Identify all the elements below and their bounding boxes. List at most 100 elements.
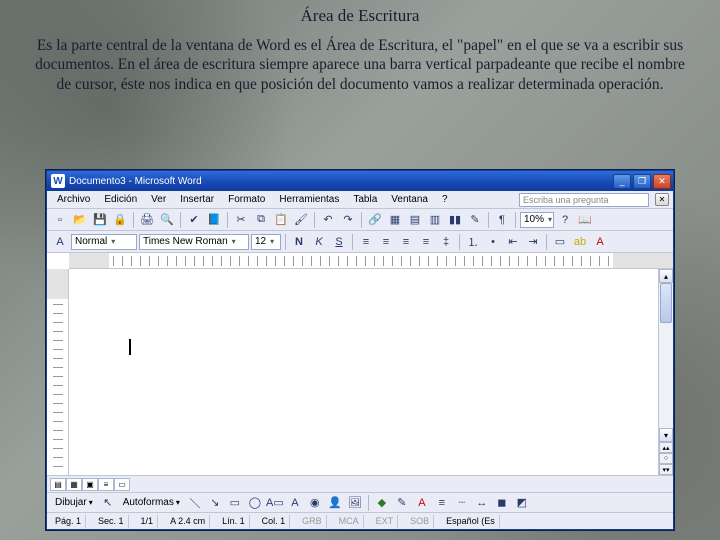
- align-left-icon[interactable]: ≡: [357, 233, 375, 251]
- draw-menu[interactable]: Dibujar ▾: [51, 497, 97, 508]
- vertical-ruler[interactable]: [47, 269, 69, 475]
- fill-color-icon[interactable]: ◆: [373, 494, 391, 512]
- open-icon[interactable]: 📂: [71, 211, 89, 229]
- columns-icon[interactable]: ▮▮: [446, 211, 464, 229]
- scroll-down-icon[interactable]: ▾: [659, 428, 673, 442]
- new-doc-icon[interactable]: ▫: [51, 211, 69, 229]
- print-icon[interactable]: 🖨: [138, 211, 156, 229]
- insert-table-icon[interactable]: ▤: [406, 211, 424, 229]
- menubar: Archivo Edición Ver Insertar Formato Her…: [47, 191, 673, 209]
- writing-area[interactable]: [69, 269, 658, 475]
- wordart-icon[interactable]: A: [286, 494, 304, 512]
- menu-herramientas[interactable]: Herramientas: [273, 193, 345, 206]
- vertical-scrollbar[interactable]: ▴ ▾ ▴▴ ○ ▾▾: [658, 269, 673, 475]
- normal-view-icon[interactable]: ▤: [50, 478, 66, 491]
- cut-icon[interactable]: ✂: [232, 211, 250, 229]
- read-mode-icon[interactable]: 📖: [576, 211, 594, 229]
- line-color-icon[interactable]: ✎: [393, 494, 411, 512]
- clipart-icon[interactable]: 👤: [326, 494, 344, 512]
- menu-ventana[interactable]: Ventana: [385, 193, 434, 206]
- zoom-field[interactable]: 10%▾: [520, 212, 554, 228]
- view-bar: ▤ ▦ ▣ ≡ ▭: [47, 475, 673, 492]
- undo-icon[interactable]: ↶: [319, 211, 337, 229]
- scroll-thumb[interactable]: [660, 283, 672, 323]
- menu-formato[interactable]: Formato: [222, 193, 271, 206]
- oval-icon[interactable]: ◯: [246, 494, 264, 512]
- reading-view-icon[interactable]: ▭: [114, 478, 130, 491]
- font-color-icon[interactable]: A: [591, 233, 609, 251]
- doc-map-icon[interactable]: ¶: [493, 211, 511, 229]
- italic-icon[interactable]: K: [310, 233, 328, 251]
- minimize-button[interactable]: _: [613, 174, 631, 189]
- styles-pane-icon[interactable]: A: [51, 233, 69, 251]
- borders-icon[interactable]: ▭: [551, 233, 569, 251]
- redo-icon[interactable]: ↷: [339, 211, 357, 229]
- menu-insertar[interactable]: Insertar: [174, 193, 220, 206]
- select-browse-icon[interactable]: ○: [659, 453, 673, 464]
- status-sob: SOB: [406, 515, 434, 528]
- print-layout-view-icon[interactable]: ▣: [82, 478, 98, 491]
- shadow-icon[interactable]: ◼: [493, 494, 511, 512]
- line-style-icon[interactable]: ≡: [433, 494, 451, 512]
- menu-tabla[interactable]: Tabla: [347, 193, 383, 206]
- numbering-icon[interactable]: ⒈: [464, 233, 482, 251]
- align-center-icon[interactable]: ≡: [377, 233, 395, 251]
- bold-icon[interactable]: N: [290, 233, 308, 251]
- print-preview-icon[interactable]: 🔍: [158, 211, 176, 229]
- scroll-up-icon[interactable]: ▴: [659, 269, 673, 283]
- style-selector[interactable]: Normal▾: [71, 234, 137, 250]
- format-painter-icon[interactable]: 🖌: [292, 211, 310, 229]
- justify-icon[interactable]: ≡: [417, 233, 435, 251]
- text-cursor: [129, 339, 131, 355]
- scroll-track[interactable]: [659, 283, 673, 428]
- menu-archivo[interactable]: Archivo: [51, 193, 96, 206]
- three-d-icon[interactable]: ◩: [513, 494, 531, 512]
- rectangle-icon[interactable]: ▭: [226, 494, 244, 512]
- picture-icon[interactable]: 🖼: [346, 494, 364, 512]
- arrow-style-icon[interactable]: ↔: [473, 494, 491, 512]
- highlight-icon[interactable]: ab: [571, 233, 589, 251]
- save-icon[interactable]: 💾: [91, 211, 109, 229]
- menu-help[interactable]: ?: [436, 193, 454, 206]
- prev-page-icon[interactable]: ▴▴: [659, 442, 673, 453]
- spellcheck-icon[interactable]: ✔: [185, 211, 203, 229]
- help-icon[interactable]: ?: [556, 211, 574, 229]
- font-color-draw-icon[interactable]: A: [413, 494, 431, 512]
- arrow-icon[interactable]: ↘: [206, 494, 224, 512]
- help-search-input[interactable]: Escriba una pregunta: [519, 193, 649, 207]
- permission-icon[interactable]: 🔒: [111, 211, 129, 229]
- research-icon[interactable]: 📘: [205, 211, 223, 229]
- outdent-icon[interactable]: ⇤: [504, 233, 522, 251]
- copy-icon[interactable]: ⧉: [252, 211, 270, 229]
- tables-borders-icon[interactable]: ▦: [386, 211, 404, 229]
- textbox-icon[interactable]: A▭: [266, 494, 284, 512]
- maximize-button[interactable]: ❐: [633, 174, 651, 189]
- paste-icon[interactable]: 📋: [272, 211, 290, 229]
- autoshapes-menu[interactable]: Autoformas ▾: [119, 497, 184, 508]
- select-objects-icon[interactable]: ↖: [99, 494, 117, 512]
- dash-style-icon[interactable]: ┈: [453, 494, 471, 512]
- font-size-selector[interactable]: 12▾: [251, 234, 281, 250]
- diagram-icon[interactable]: ◉: [306, 494, 324, 512]
- menu-edicion[interactable]: Edición: [98, 193, 143, 206]
- outline-view-icon[interactable]: ≡: [98, 478, 114, 491]
- titlebar: W Documento3 - Microsoft Word _ ❐ ✕: [47, 171, 673, 191]
- hyperlink-icon[interactable]: 🔗: [366, 211, 384, 229]
- font-selector[interactable]: Times New Roman▾: [139, 234, 249, 250]
- underline-icon[interactable]: S: [330, 233, 348, 251]
- document-close-button[interactable]: ✕: [655, 193, 669, 206]
- excel-icon[interactable]: ▥: [426, 211, 444, 229]
- web-view-icon[interactable]: ▦: [66, 478, 82, 491]
- drawing-icon[interactable]: ✎: [466, 211, 484, 229]
- line-icon[interactable]: ＼: [186, 494, 204, 512]
- menu-ver[interactable]: Ver: [145, 193, 172, 206]
- next-page-icon[interactable]: ▾▾: [659, 464, 673, 475]
- indent-icon[interactable]: ⇥: [524, 233, 542, 251]
- align-right-icon[interactable]: ≡: [397, 233, 415, 251]
- close-button[interactable]: ✕: [653, 174, 671, 189]
- line-spacing-icon[interactable]: ‡: [437, 233, 455, 251]
- word-app-icon: W: [51, 174, 65, 188]
- drawing-toolbar: Dibujar ▾ ↖ Autoformas ▾ ＼ ↘ ▭ ◯ A▭ A ◉ …: [47, 492, 673, 512]
- horizontal-ruler[interactable]: [69, 253, 673, 269]
- bullets-icon[interactable]: •: [484, 233, 502, 251]
